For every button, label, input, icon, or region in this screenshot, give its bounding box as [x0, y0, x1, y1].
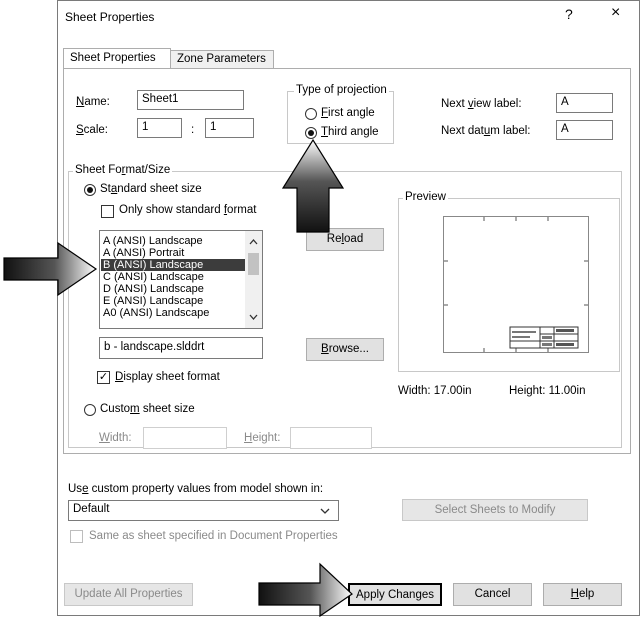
cancel-button[interactable]: Cancel — [453, 583, 532, 606]
projection-legend: Type of projection — [294, 84, 389, 96]
name-field[interactable]: Sheet1 — [137, 90, 244, 110]
title-block — [509, 326, 579, 349]
standard-size-radio[interactable] — [84, 184, 96, 196]
width-label: Width: — [99, 432, 132, 444]
select-sheets-button[interactable]: Select Sheets to Modify — [402, 499, 588, 521]
tab-zone-parameters[interactable]: Zone Parameters — [170, 50, 274, 69]
sheet-format-legend: Sheet Format/Size — [73, 164, 173, 176]
list-item[interactable]: E (ANSI) Landscape — [101, 295, 245, 307]
third-angle-radio[interactable] — [305, 127, 317, 139]
scroll-down-icon[interactable] — [249, 314, 258, 320]
scale-label: Scale: — [76, 124, 108, 136]
next-view-field[interactable]: A — [556, 93, 613, 113]
list-scrollbar[interactable] — [245, 231, 262, 328]
display-format-label: Display sheet format — [115, 371, 220, 383]
list-item-selected[interactable]: B (ANSI) Landscape — [101, 259, 245, 271]
same-as-sheet-checkbox[interactable] — [70, 530, 83, 543]
chevron-down-icon — [320, 508, 330, 514]
apply-changes-button[interactable]: Apply Changes — [348, 583, 442, 606]
preview-width-text: Width: 17.00in — [398, 385, 472, 397]
custom-height-field[interactable] — [290, 427, 372, 449]
dropdown-value: Default — [73, 503, 110, 515]
third-angle-label: Third angle — [321, 126, 379, 138]
next-datum-label: Next datum label: — [441, 125, 531, 137]
sheet-preview-image — [443, 216, 589, 353]
list-item[interactable]: C (ANSI) Landscape — [101, 271, 245, 283]
help-title-button[interactable]: ? — [565, 6, 573, 22]
list-item[interactable]: A (ANSI) Portrait — [101, 247, 245, 259]
scale-numerator-field[interactable]: 1 — [137, 118, 182, 138]
close-button[interactable]: × — [611, 4, 620, 22]
list-item[interactable]: A (ANSI) Landscape — [101, 235, 245, 247]
preview-height-text: Height: 11.00in — [509, 385, 586, 397]
first-angle-label: First angle — [321, 107, 375, 119]
tab-sheet-properties[interactable]: Sheet Properties — [63, 48, 171, 69]
sheet-size-list[interactable]: A (ANSI) Landscape A (ANSI) Portrait B (… — [99, 230, 263, 329]
list-item[interactable]: D (ANSI) Landscape — [101, 283, 245, 295]
scale-denominator-field[interactable]: 1 — [205, 118, 254, 138]
next-datum-field[interactable]: A — [556, 120, 613, 140]
next-view-label: Next view label: — [441, 98, 522, 110]
custom-size-label: Custom sheet size — [100, 403, 195, 415]
name-label: Name: — [76, 96, 110, 108]
browse-button[interactable]: Browse... — [306, 338, 384, 361]
same-as-sheet-label: Same as sheet specified in Document Prop… — [89, 530, 338, 542]
custom-property-dropdown[interactable]: Default — [68, 500, 339, 521]
help-button[interactable]: Help — [543, 583, 622, 606]
custom-size-radio[interactable] — [84, 404, 96, 416]
scrollbar-graphics — [248, 239, 259, 320]
only-standard-checkbox[interactable] — [101, 205, 114, 218]
scale-separator: : — [191, 124, 195, 136]
reload-button[interactable]: Reload — [306, 228, 384, 251]
preview-legend: Preview — [403, 191, 448, 203]
display-format-checkbox[interactable]: ✓ — [97, 371, 110, 384]
scroll-thumb[interactable] — [248, 253, 259, 275]
custom-property-label: Use custom property values from model sh… — [68, 483, 324, 495]
first-angle-radio[interactable] — [305, 108, 317, 120]
update-all-properties-button[interactable]: Update All Properties — [64, 583, 193, 606]
scroll-up-icon[interactable] — [249, 239, 258, 245]
preview-drawing — [444, 217, 588, 352]
format-file-field[interactable]: b - landscape.slddrt — [99, 337, 263, 359]
standard-size-label: Standard sheet size — [100, 183, 202, 195]
height-label: Height: — [244, 432, 281, 444]
only-standard-label: Only show standard format — [119, 204, 257, 216]
custom-width-field[interactable] — [143, 427, 227, 449]
dialog-title: Sheet Properties — [65, 10, 155, 24]
list-item[interactable]: A0 (ANSI) Landscape — [101, 307, 245, 319]
